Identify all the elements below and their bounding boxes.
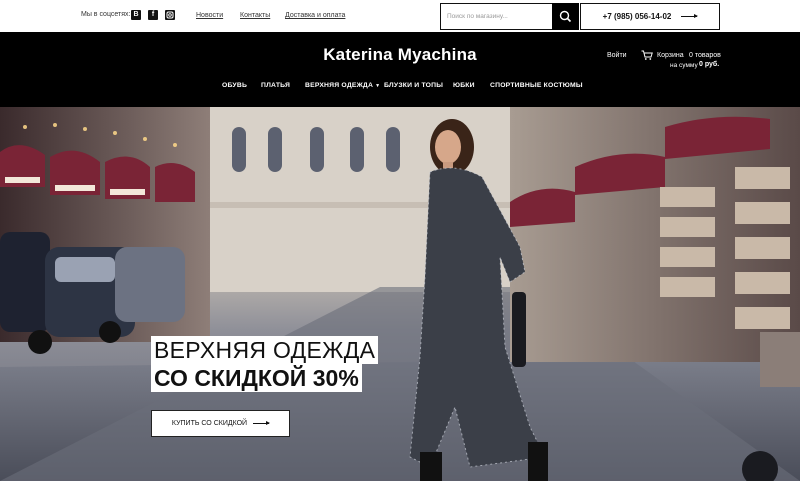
hero-headline-line2: СО СКИДКОЙ 30% — [151, 364, 362, 392]
social-label: Мы в соцсетях: — [81, 11, 131, 18]
nav-item-dresses[interactable]: ПЛАТЬЯ — [261, 82, 290, 89]
search-input[interactable]: Поиск по магазину... — [440, 3, 552, 30]
nav-item-outerwear[interactable]: ВЕРХНЯЯ ОДЕЖДА ▼ — [305, 82, 380, 89]
cart-sum-label: на сумму — [670, 62, 698, 69]
search-button[interactable] — [552, 3, 579, 30]
news-link[interactable]: Новости — [196, 12, 223, 19]
nav-item-outerwear-label: ВЕРХНЯЯ ОДЕЖДА — [305, 82, 374, 89]
instagram-icon[interactable] — [165, 10, 175, 20]
nav-item-skirts[interactable]: ЮБКИ — [453, 82, 475, 89]
site-header: Katerina Myachina Войти Корзина 0 товаро… — [0, 32, 800, 107]
cart-count: 0 товаров — [689, 52, 721, 59]
arrow-right-icon — [253, 421, 271, 425]
buy-with-discount-button[interactable]: КУПИТЬ СО СКИДКОЙ — [151, 410, 290, 437]
cart-sum: 0 руб. — [699, 61, 720, 68]
top-utility-bar: Мы в соцсетях: В f Новости Контакты Дост… — [0, 0, 800, 32]
nav-item-blouses[interactable]: БЛУЗКИ И ТОПЫ — [384, 82, 443, 89]
main-nav: ОБУВЬ ПЛАТЬЯ ВЕРХНЯЯ ОДЕЖДА ▼ БЛУЗКИ И ТО… — [0, 82, 800, 94]
cart-label[interactable]: Корзина — [657, 52, 684, 59]
delivery-link[interactable]: Доставка и оплата — [285, 12, 345, 19]
search-icon — [559, 10, 572, 23]
hero-photo — [0, 107, 800, 481]
hero-banner[interactable]: ВЕРХНЯЯ ОДЕЖДА СО СКИДКОЙ 30% КУПИТЬ СО … — [0, 107, 800, 481]
phone-button[interactable]: +7 (985) 056-14-02 — [580, 3, 720, 30]
arrow-right-icon — [681, 14, 699, 18]
facebook-icon[interactable]: f — [148, 10, 158, 20]
vk-icon[interactable]: В — [131, 10, 141, 20]
nav-item-sport-suits[interactable]: СПОРТИВНЫЕ КОСТЮМЫ — [490, 82, 583, 89]
instagram-glyph — [166, 11, 174, 19]
nav-item-shoes[interactable]: ОБУВЬ — [222, 82, 247, 89]
cart-icon[interactable] — [641, 50, 653, 61]
chevron-down-icon: ▼ — [375, 83, 381, 89]
hero-headline-line1: ВЕРХНЯЯ ОДЕЖДА — [151, 336, 379, 364]
phone-number: +7 (985) 056-14-02 — [602, 12, 672, 21]
cta-label: КУПИТЬ СО СКИДКОЙ — [171, 420, 248, 427]
contacts-link[interactable]: Контакты — [240, 12, 270, 19]
login-link[interactable]: Войти — [607, 52, 627, 59]
